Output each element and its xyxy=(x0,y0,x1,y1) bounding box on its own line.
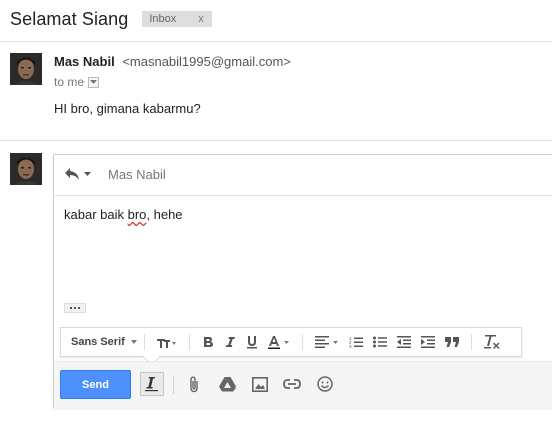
reply-type-button[interactable] xyxy=(64,167,91,181)
message-divider xyxy=(0,140,552,141)
compose-header: Mas Nabil xyxy=(54,155,552,196)
reply-icon xyxy=(65,168,79,180)
insert-from-drive-button[interactable] xyxy=(215,372,239,396)
font-name: Sans Serif xyxy=(71,336,125,348)
send-button[interactable]: Send xyxy=(60,370,131,399)
svg-text:3: 3 xyxy=(349,344,352,348)
sender-email: <masnabil1995@gmail.com> xyxy=(122,54,291,69)
footer-divider xyxy=(173,376,174,394)
show-details-button[interactable] xyxy=(88,76,100,88)
quote-button[interactable] xyxy=(444,332,459,352)
indent-more-button[interactable] xyxy=(420,332,435,352)
text-color-icon xyxy=(267,335,289,349)
show-trimmed-content-button[interactable] xyxy=(64,303,86,313)
emoji-icon xyxy=(317,376,333,392)
sender-name[interactable]: Mas Nabil xyxy=(54,54,115,69)
reply-recipient[interactable]: Mas Nabil xyxy=(108,167,166,182)
remove-formatting-icon xyxy=(483,335,500,349)
formatting-options-icon xyxy=(145,377,158,392)
message-body: HI bro, gimana kabarmu? xyxy=(54,101,201,116)
compose-text-after: , hehe xyxy=(146,207,183,222)
numbered-list-button[interactable]: 1 2 3 xyxy=(349,332,363,352)
numbered-list-icon: 1 2 3 xyxy=(349,336,363,348)
font-family-dropdown[interactable]: Sans Serif xyxy=(71,336,137,348)
insert-photo-icon xyxy=(252,376,268,392)
italic-icon xyxy=(225,337,235,347)
chevron-down-icon xyxy=(90,79,98,84)
text-size-icon xyxy=(156,339,176,348)
formatting-toolbar: Sans Serif 1 2 3 xyxy=(60,327,522,357)
text-color-button[interactable] xyxy=(267,332,290,352)
compose-text-before: kabar baik xyxy=(64,207,128,222)
compose-text-misspelled: bro xyxy=(127,207,147,222)
indent-less-icon xyxy=(396,336,411,348)
thread-subject: Selamat Siang xyxy=(10,8,129,29)
italic-button[interactable] xyxy=(224,332,236,352)
formatting-options-button[interactable] xyxy=(140,372,164,396)
insert-photo-button[interactable] xyxy=(248,372,272,396)
insert-link-button[interactable] xyxy=(280,372,304,396)
attach-icon xyxy=(190,375,198,392)
remove-label-button[interactable]: x xyxy=(198,13,204,25)
align-button[interactable] xyxy=(314,332,339,352)
insert-link-icon xyxy=(283,379,301,389)
bulleted-list-button[interactable] xyxy=(372,332,387,352)
compose-body-input[interactable]: kabar baik bro, hehe xyxy=(64,207,183,222)
compose-footer: Send xyxy=(54,361,552,408)
to-me-text: to me xyxy=(54,75,85,89)
underline-button[interactable] xyxy=(246,332,258,352)
drive-icon xyxy=(218,376,236,391)
bold-button[interactable] xyxy=(202,332,214,352)
header-divider xyxy=(0,41,552,42)
attach-files-button[interactable] xyxy=(182,372,206,396)
indent-more-icon xyxy=(420,336,435,348)
align-icon xyxy=(314,336,338,348)
bulleted-list-icon xyxy=(372,336,387,348)
indent-less-button[interactable] xyxy=(396,332,411,352)
underline-icon xyxy=(246,335,257,348)
inbox-label-chip[interactable]: Inbox x xyxy=(142,11,212,27)
remove-formatting-button[interactable] xyxy=(483,332,500,352)
quote-icon xyxy=(444,337,459,347)
sender-avatar[interactable] xyxy=(10,53,42,85)
bold-icon xyxy=(203,337,213,347)
chevron-down-icon xyxy=(84,171,91,176)
thread-header: Selamat Siang Inbox x xyxy=(10,7,212,31)
text-size-button[interactable] xyxy=(156,332,177,352)
insert-emoji-button[interactable] xyxy=(313,372,337,396)
my-avatar xyxy=(10,153,42,185)
recipients-line: to me xyxy=(54,75,100,89)
label-text: Inbox xyxy=(149,13,177,25)
sender-line: Mas Nabil <masnabil1995@gmail.com> xyxy=(54,54,291,69)
reply-compose: Mas Nabil kabar baik bro, hehe Sans Seri… xyxy=(53,154,552,408)
